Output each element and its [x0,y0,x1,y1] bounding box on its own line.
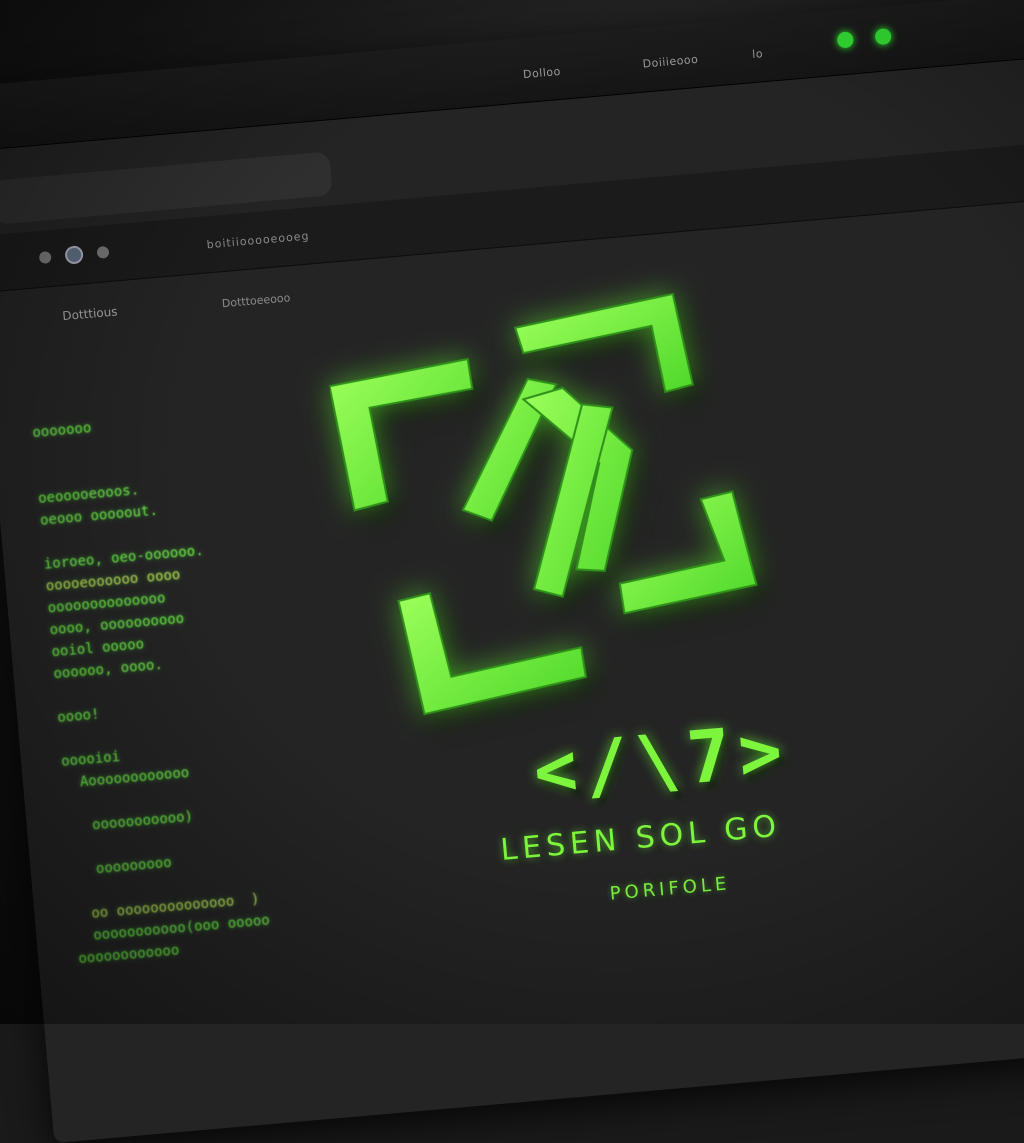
close-button[interactable] [874,27,892,46]
address-bar[interactable]: boitiiooooeooeg [206,229,310,251]
editor-window: Dolloo Doiiieooo lo boitiiooooeooeg Dott… [0,0,1024,1143]
title-bar: Dolloo Doiiieooo lo [0,0,1024,152]
sidebar-label[interactable]: Dotttious [62,304,118,323]
maximize-button[interactable] [836,31,854,49]
code-brackets-icon [328,292,758,716]
bracket-bottom-left [397,592,587,716]
logo-mark [320,231,880,754]
brand-subtitle: PORIFOLE [608,873,732,905]
forward-icon[interactable] [96,245,110,259]
nav-controls [38,243,110,267]
menu-item-1[interactable]: Dolloo [523,65,562,81]
bracket-bottom-right [618,490,758,615]
refresh-icon[interactable] [64,245,84,265]
back-icon[interactable] [38,250,52,264]
tab-title[interactable]: Dotttoeeooo [221,291,290,310]
desk-background: Dolloo Doiiieooo lo boitiiooooeooeg Dott… [0,0,1024,1143]
menu-item-2[interactable]: Doiiieooo [642,53,699,71]
menu-item-3[interactable]: lo [752,47,764,61]
window-controls [836,27,892,49]
brand-name: LESEN SOL GO [499,808,783,868]
bracket-top-left [328,357,474,512]
